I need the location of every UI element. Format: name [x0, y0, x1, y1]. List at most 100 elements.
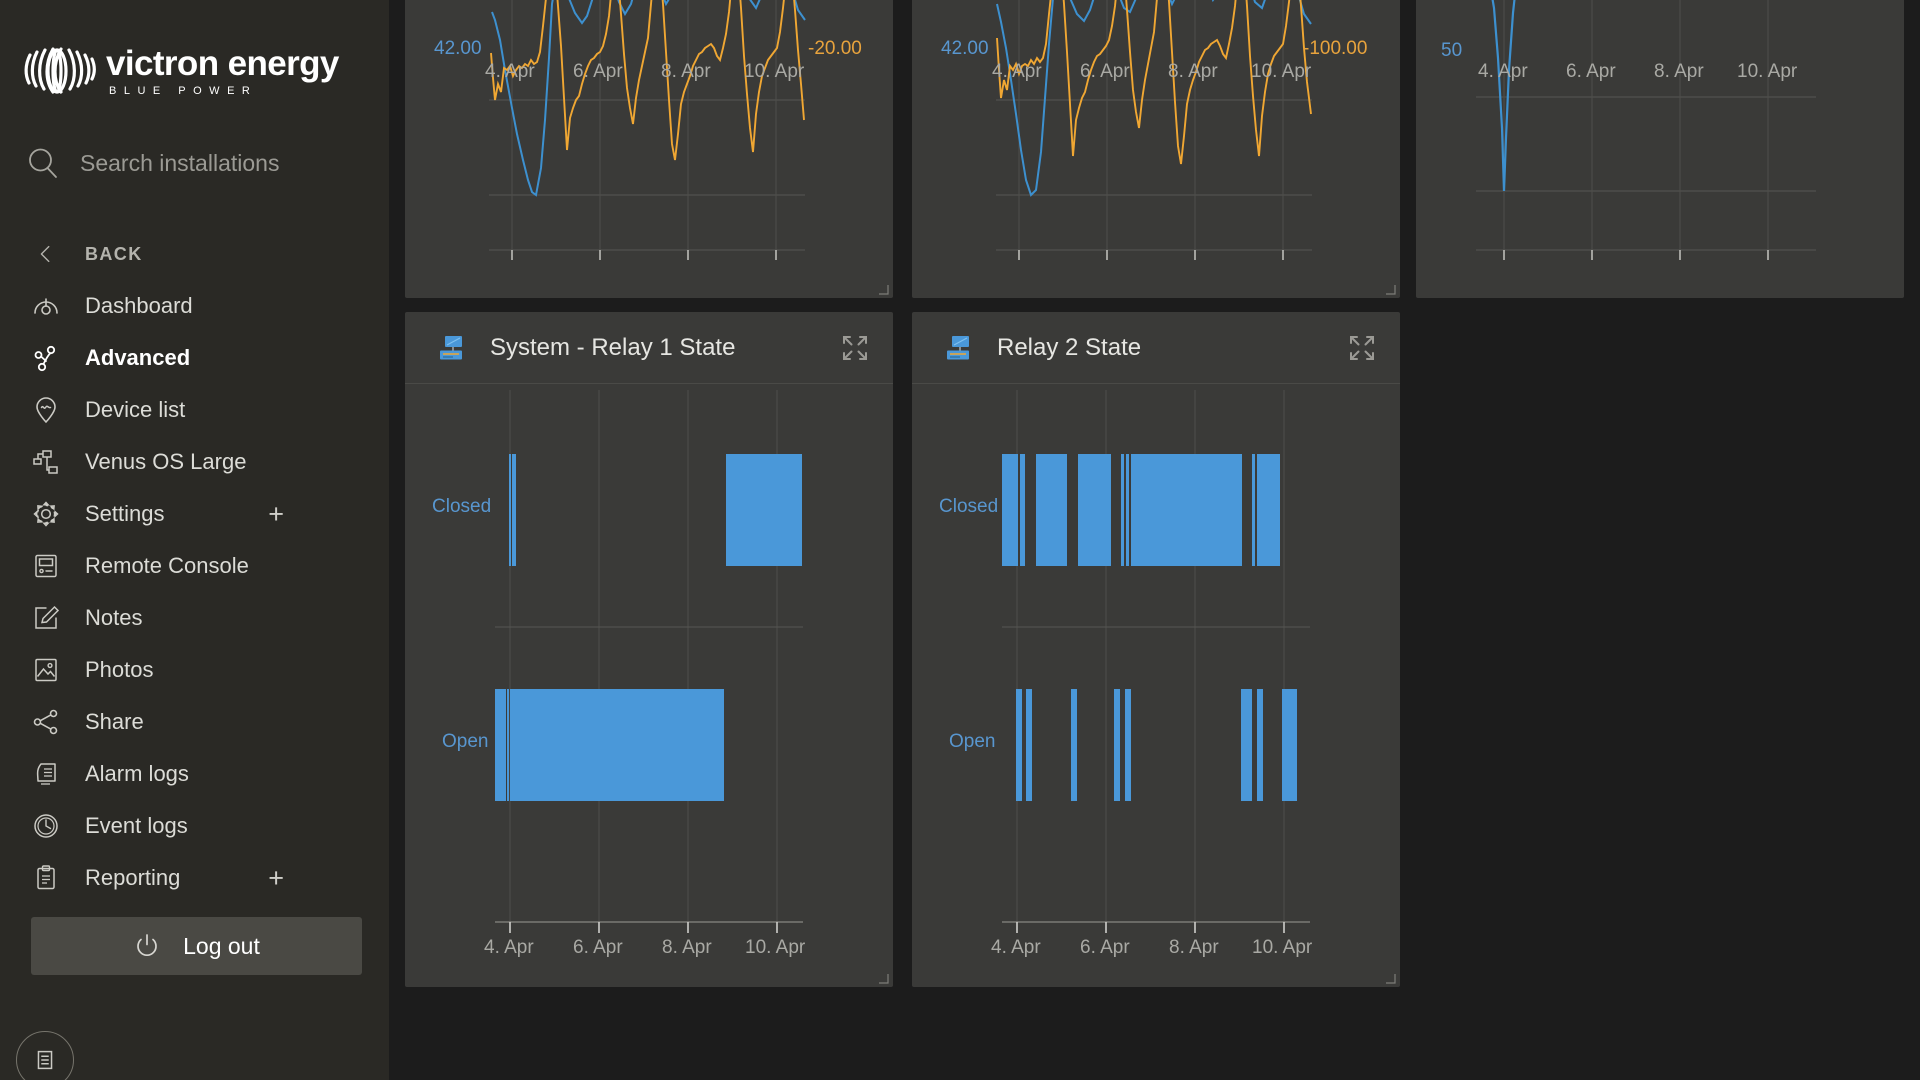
- panel-relay-2-state: Relay 2 State Closed Open 4. Apr 6. Apr …: [912, 312, 1400, 987]
- sidebar-item-label: Notes: [85, 605, 143, 630]
- system-device-icon: [437, 333, 467, 363]
- panel-header: System - Relay 1 State: [405, 312, 893, 384]
- x-tick-0: 4. Apr: [1478, 61, 1528, 82]
- y-right-tick-2: -20.00: [808, 38, 862, 59]
- relay2-open-bars: [1016, 689, 1297, 801]
- sidebar-item-label: Alarm logs: [85, 761, 189, 786]
- search-installations[interactable]: [0, 134, 389, 192]
- pencil-square-icon: [30, 602, 62, 634]
- x-tick-1: 6. Apr: [573, 61, 623, 82]
- category-label-open: Open: [949, 731, 996, 752]
- system-device-icon: [944, 333, 974, 363]
- chevron-left-icon: [30, 238, 62, 270]
- search-icon: [26, 146, 60, 180]
- sidebar-item-device-list[interactable]: Device list: [0, 384, 389, 436]
- sidebar-item-notes[interactable]: Notes: [0, 592, 389, 644]
- expand-icon[interactable]: [1349, 335, 1375, 361]
- sidebar-item-venus-os-large[interactable]: Venus OS Large: [0, 436, 389, 488]
- sidebar-item-label: Venus OS Large: [85, 449, 247, 474]
- expand-icon[interactable]: [842, 335, 868, 361]
- x-tick-3: 10. Apr: [744, 61, 805, 82]
- category-label-open: Open: [442, 731, 489, 752]
- category-label-closed: Closed: [939, 496, 999, 517]
- sidebar-item-back[interactable]: BACK: [0, 228, 389, 280]
- panel-relay-1-state: System - Relay 1 State Closed Open 4. Ap…: [405, 312, 893, 987]
- sidebar-item-event-logs[interactable]: Event logs: [0, 800, 389, 852]
- alarm-log-icon: [30, 758, 62, 790]
- sidebar-item-settings[interactable]: Settings +: [0, 488, 389, 540]
- x-tick-0: 4. Apr: [485, 61, 535, 82]
- chart-voltage-power[interactable]: 46.00 44.00 42.00 0.00 -50.00 -100.00 4.…: [912, 0, 1400, 298]
- x-tick-1: 6. Apr: [573, 937, 623, 958]
- panel-title: System - Relay 1 State: [490, 333, 736, 361]
- x-tick-2: 8. Apr: [661, 61, 711, 82]
- share-icon: [30, 706, 62, 738]
- sidebar-nav: BACK Dashboard Advanced Device list Venu…: [0, 228, 389, 904]
- y-left-tick-2: 42.00: [941, 38, 989, 59]
- main-content: 46.00 44.00 42.00 0.00 -10.00 -20.00 4. …: [389, 0, 1920, 1080]
- panel-chart-voltage-power: 46.00 44.00 42.00 0.00 -50.00 -100.00 4.…: [912, 0, 1400, 298]
- sidebar-item-dashboard[interactable]: Dashboard: [0, 280, 389, 332]
- gear-icon: [30, 498, 62, 530]
- chart-relay-1-state[interactable]: Closed Open 4. Apr 6. Apr 8. Apr 10. Apr: [405, 384, 893, 987]
- sidebar-item-label: Device list: [85, 397, 186, 422]
- sidebar-item-label: Remote Console: [85, 553, 249, 578]
- sidebar-item-reporting[interactable]: Reporting +: [0, 852, 389, 904]
- logout-button[interactable]: Log out: [31, 917, 362, 975]
- power-icon: [133, 932, 161, 960]
- console-icon: [30, 550, 62, 582]
- list-document-button[interactable]: [16, 1031, 74, 1080]
- x-tick-3: 10. Apr: [1252, 937, 1313, 958]
- sidebar-item-label: Advanced: [85, 345, 191, 370]
- map-pin-pulse-icon: [30, 394, 62, 426]
- sidebar-item-label: BACK: [85, 243, 143, 264]
- x-tick-2: 8. Apr: [662, 937, 712, 958]
- sidebar-item-alarm-logs[interactable]: Alarm logs: [0, 748, 389, 800]
- x-tick-3: 10. Apr: [745, 937, 806, 958]
- chart-svg: [495, 390, 803, 933]
- x-tick-0: 4. Apr: [484, 937, 534, 958]
- node-graph-icon: [30, 342, 62, 374]
- relay2-closed-bars: [1002, 454, 1280, 566]
- clock-icon: [30, 810, 62, 842]
- brand-text: victron energy BLUE POWER: [106, 46, 339, 97]
- sidebar-item-advanced[interactable]: Advanced: [0, 332, 389, 384]
- add-report-button[interactable]: +: [268, 864, 284, 892]
- chart-voltage-current[interactable]: 46.00 44.00 42.00 0.00 -10.00 -20.00 4. …: [405, 0, 893, 298]
- chart-svg: [1002, 390, 1310, 933]
- sidebar-item-photos[interactable]: Photos: [0, 644, 389, 696]
- chart-relay-2-state[interactable]: Closed Open 4. Apr 6. Apr 8. Apr 10. Apr: [912, 384, 1400, 987]
- panel-title: Relay 2 State: [997, 333, 1142, 361]
- x-tick-1: 6. Apr: [1080, 937, 1130, 958]
- victron-wave-logo-icon: [22, 45, 100, 97]
- brand-logo[interactable]: victron energy BLUE POWER: [0, 0, 389, 110]
- sidebar-item-label: Event logs: [85, 813, 188, 838]
- logout-label: Log out: [183, 932, 260, 959]
- sidebar-item-remote-console[interactable]: Remote Console: [0, 540, 389, 592]
- sidebar-item-share[interactable]: Share: [0, 696, 389, 748]
- panel-chart-voltage-current: 46.00 44.00 42.00 0.00 -10.00 -20.00 4. …: [405, 0, 893, 298]
- relay1-open-bars: [495, 689, 724, 801]
- sidebar-item-label: Share: [85, 709, 144, 734]
- list-document-icon: [31, 1046, 59, 1074]
- sidebar-item-label: Dashboard: [85, 293, 193, 318]
- app-root: victron energy BLUE POWER BACK: [0, 0, 1920, 1080]
- add-setting-button[interactable]: +: [268, 500, 284, 528]
- x-tick-2: 8. Apr: [1168, 61, 1218, 82]
- brand-tagline: BLUE POWER: [109, 84, 258, 97]
- x-tick-0: 4. Apr: [992, 61, 1042, 82]
- sitemap-icon: [30, 446, 62, 478]
- x-tick-2: 8. Apr: [1654, 61, 1704, 82]
- panel-header: Relay 2 State: [912, 312, 1400, 384]
- chart-soc[interactable]: 70 60 50 4. Apr 6. Apr 8. Apr 10. Apr: [1416, 0, 1904, 298]
- x-tick-3: 10. Apr: [1251, 61, 1312, 82]
- x-tick-0: 4. Apr: [991, 937, 1041, 958]
- y-left-tick-2: 50: [1441, 40, 1463, 61]
- sidebar-item-label: Photos: [85, 657, 154, 682]
- search-input[interactable]: [80, 149, 360, 177]
- x-tick-1: 6. Apr: [1080, 61, 1130, 82]
- sidebar-item-label: Settings: [85, 501, 165, 526]
- brand-name: victron energy: [106, 43, 339, 83]
- relay1-closed-bars: [509, 454, 802, 566]
- clipboard-icon: [30, 862, 62, 894]
